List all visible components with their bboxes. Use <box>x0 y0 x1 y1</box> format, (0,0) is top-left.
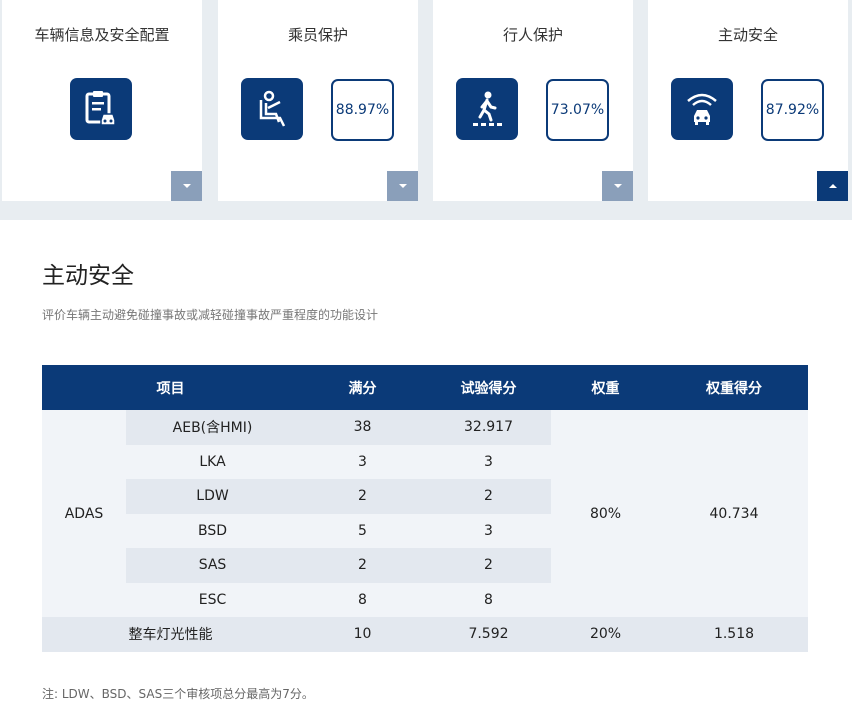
card-title: 行人保护 <box>502 26 563 44</box>
total-weighted: 1.518 <box>660 617 808 652</box>
total-weight: 20% <box>551 617 660 652</box>
row-full: 2 <box>299 548 426 583</box>
seated-occupant-icon <box>241 78 303 140</box>
section-description: 评价车辆主动避免碰撞事故或减轻碰撞事故严重程度的功能设计 <box>42 308 379 322</box>
card-occupant-protection[interactable]: 乘员保护 88.97% <box>218 0 418 201</box>
expand-toggle-button[interactable] <box>171 171 202 201</box>
car-radar-icon <box>671 78 733 140</box>
row-name: LKA <box>126 444 299 479</box>
header-test: 试验得分 <box>426 365 551 410</box>
row-name: AEB(含HMI) <box>126 410 299 445</box>
row-full: 2 <box>299 479 426 514</box>
table-header-row: 项目 满分 试验得分 权重 权重得分 <box>42 365 808 410</box>
card-vehicle-info[interactable]: 车辆信息及安全配置 <box>2 0 202 201</box>
header-weight: 权重 <box>551 365 660 410</box>
row-test: 8 <box>426 582 551 617</box>
group-weighted: 40.734 <box>660 410 808 617</box>
row-name: SAS <box>126 548 299 583</box>
card-title: 车辆信息及安全配置 <box>34 26 170 44</box>
header-full: 满分 <box>299 365 426 410</box>
expand-toggle-button[interactable] <box>602 171 633 201</box>
section-title: 主动安全 <box>42 263 134 289</box>
total-test: 7.592 <box>426 617 551 652</box>
row-test: 32.917 <box>426 410 551 445</box>
row-full: 5 <box>299 513 426 548</box>
row-full: 38 <box>299 410 426 445</box>
group-weight: 80% <box>551 410 660 617</box>
table-total-row: 整车灯光性能 10 7.592 20% 1.518 <box>42 617 808 652</box>
card-active-safety[interactable]: 主动安全 87.92% <box>648 0 848 201</box>
collapse-toggle-button[interactable] <box>817 171 848 201</box>
detail-panel: 主动安全 评价车辆主动避免碰撞事故或减轻碰撞事故严重程度的功能设计 项目 满分 … <box>0 220 852 706</box>
row-test: 2 <box>426 479 551 514</box>
score-table: 项目 满分 试验得分 权重 权重得分 ADAS AEB(含HMI) 38 32.… <box>42 365 808 652</box>
header-weighted: 权重得分 <box>660 365 808 410</box>
footnote: 注: LDW、BSD、SAS三个审核项总分最高为7分。 <box>42 687 314 701</box>
row-name: LDW <box>126 479 299 514</box>
row-name: BSD <box>126 513 299 548</box>
row-full: 8 <box>299 582 426 617</box>
row-name: ESC <box>126 582 299 617</box>
chevron-down-icon <box>182 184 191 188</box>
table-row: ADAS AEB(含HMI) 38 32.917 80% 40.734 <box>42 410 808 617</box>
row-test: 2 <box>426 548 551 583</box>
chevron-down-icon <box>398 184 407 188</box>
row-full: 3 <box>299 444 426 479</box>
score-percentage: 88.97% <box>331 79 394 141</box>
card-title: 乘员保护 <box>287 26 348 44</box>
total-full: 10 <box>299 617 426 652</box>
chevron-up-icon <box>828 184 837 188</box>
card-pedestrian-protection[interactable]: 行人保护 73.07% <box>433 0 633 201</box>
clipboard-car-icon <box>70 78 132 140</box>
score-percentage: 87.92% <box>761 79 824 141</box>
row-test: 3 <box>426 444 551 479</box>
total-name: 整车灯光性能 <box>42 617 299 652</box>
expand-toggle-button[interactable] <box>387 171 418 201</box>
header-item: 项目 <box>42 365 299 410</box>
group-name: ADAS <box>42 410 126 617</box>
pedestrian-icon <box>456 78 518 140</box>
chevron-down-icon <box>613 184 622 188</box>
score-percentage: 73.07% <box>546 79 609 141</box>
card-title: 主动安全 <box>717 26 778 44</box>
row-test: 3 <box>426 513 551 548</box>
